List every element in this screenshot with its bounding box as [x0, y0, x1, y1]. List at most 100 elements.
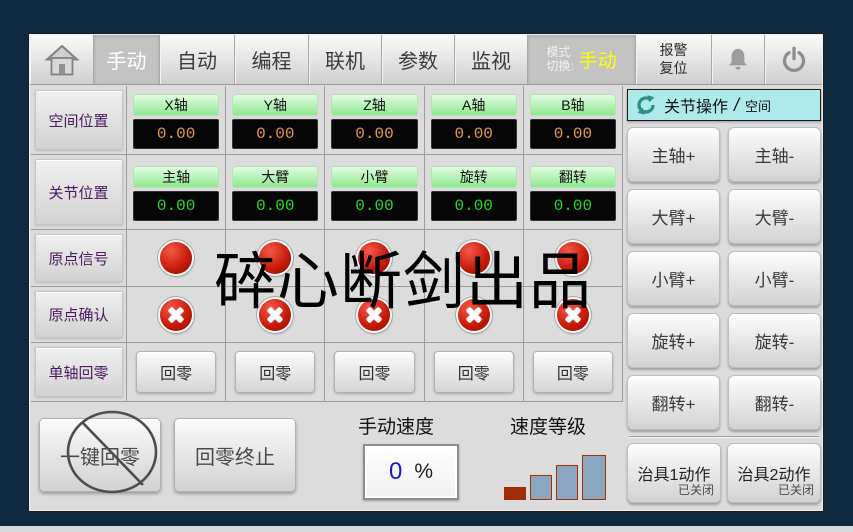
home-cell-b: 回零: [524, 343, 623, 402]
position-table: 空间位置 X轴 0.00 Y轴 0.00 Z轴 0.00 A轴 0.00 B轴 …: [31, 86, 623, 402]
joint-cell-small-arm: 小臂 0.00: [325, 155, 424, 230]
axis-header: A轴: [431, 94, 517, 116]
joint-space-toggle[interactable]: 关节操作 / 空间: [627, 89, 821, 121]
jog-small-arm-minus[interactable]: 小臂-: [728, 251, 821, 306]
axis-cell-y: Y轴 0.00: [226, 86, 325, 155]
origin-signal-led-icon: [160, 242, 192, 274]
axis-value: 0.00: [232, 119, 318, 149]
origin-confirm-label-cell: 原点确认: [31, 287, 127, 343]
origin-signal-cell: [226, 230, 325, 287]
jog-big-arm-minus[interactable]: 大臂-: [728, 189, 821, 244]
jog-big-arm-plus[interactable]: 大臂+: [627, 189, 720, 244]
axis-value: 0.00: [431, 191, 517, 221]
fixture-2-status: 已关闭: [778, 481, 814, 498]
speed-level-bar-2[interactable]: [530, 475, 552, 500]
tab-monitor[interactable]: 监视: [455, 35, 528, 84]
space-position-label-cell: 空间位置: [31, 86, 127, 155]
speed-level-bar-1[interactable]: [504, 487, 526, 500]
origin-confirm-cell: [127, 287, 226, 343]
axis-home-button[interactable]: 回零: [533, 351, 613, 393]
tab-program[interactable]: 编程: [235, 35, 309, 84]
toggle-slash: /: [734, 95, 739, 116]
axis-header: X轴: [133, 94, 219, 116]
home-button[interactable]: [30, 35, 94, 84]
bell-icon: [724, 46, 752, 74]
origin-signal-cell: [524, 230, 623, 287]
single-home-label-cell: 单轴回零: [31, 343, 127, 402]
axis-value: 0.00: [232, 191, 318, 221]
origin-signal-led-icon: [458, 242, 490, 274]
axis-home-button[interactable]: 回零: [136, 351, 216, 393]
jog-spindle-minus[interactable]: 主轴-: [728, 127, 821, 182]
jog-flip-minus[interactable]: 翻转-: [728, 375, 821, 430]
alarm-bell-button[interactable]: [712, 35, 765, 84]
jog-button-grid: 主轴+ 主轴- 大臂+ 大臂- 小臂+ 小臂- 旋转+ 旋转- 翻转+ 翻转-: [627, 127, 821, 430]
speed-unit: %: [414, 460, 433, 484]
jog-spindle-plus[interactable]: 主轴+: [627, 127, 720, 182]
axis-header: 小臂: [331, 166, 417, 188]
manual-speed-display: 0 %: [363, 444, 459, 500]
origin-confirm-cell: [325, 287, 424, 343]
axis-header: 翻转: [530, 166, 616, 188]
axis-home-button[interactable]: 回零: [434, 351, 514, 393]
home-abort-button[interactable]: 回零终止: [174, 418, 296, 492]
origin-signal-label: 原点信号: [35, 234, 123, 282]
origin-not-confirmed-icon: [557, 299, 589, 331]
origin-signal-led-icon: [259, 242, 291, 274]
axis-cell-a: A轴 0.00: [425, 86, 524, 155]
axis-home-button[interactable]: 回零: [334, 351, 414, 393]
origin-signal-label-cell: 原点信号: [31, 230, 127, 287]
axis-cell-x: X轴 0.00: [127, 86, 226, 155]
manual-speed-label: 手动速度: [331, 412, 461, 439]
axis-value: 0.00: [133, 119, 219, 149]
home-cell-x: 回零: [127, 343, 226, 402]
axis-header: 大臂: [232, 166, 318, 188]
power-button[interactable]: [765, 35, 822, 84]
fixture-1-status: 已关闭: [678, 481, 714, 498]
rotate-icon: [634, 93, 658, 117]
origin-not-confirmed-icon: [259, 299, 291, 331]
home-icon: [44, 43, 80, 76]
mode-switch-button[interactable]: 模式 切换: 手动: [528, 35, 636, 84]
axis-value: 0.00: [431, 119, 517, 149]
alarm-reset-button[interactable]: 报警 复位: [636, 35, 712, 84]
axis-value: 0.00: [331, 119, 417, 149]
tab-manual[interactable]: 手动: [94, 35, 160, 84]
fixture-1-button[interactable]: 治具1动作 已关闭: [627, 443, 721, 503]
axis-value: 0.00: [331, 191, 417, 221]
origin-confirm-cell: [425, 287, 524, 343]
axis-header: Z轴: [331, 94, 417, 116]
origin-confirm-cell: [524, 287, 623, 343]
fixture-button-grid: 治具1动作 已关闭 治具2动作 已关闭: [627, 443, 821, 503]
speed-level-bars[interactable]: [504, 450, 614, 500]
tab-params[interactable]: 参数: [382, 35, 455, 84]
home-cell-z: 回零: [325, 343, 424, 402]
axis-cell-b: B轴 0.00: [524, 86, 623, 155]
jog-flip-plus[interactable]: 翻转+: [627, 375, 720, 430]
axis-value: 0.00: [133, 191, 219, 221]
fixture-2-button[interactable]: 治具2动作 已关闭: [727, 443, 821, 503]
bottom-bar: 一键回零 回零终止 手动速度 0 % 速度等级: [31, 402, 623, 510]
one-key-home-button[interactable]: 一键回零: [39, 418, 161, 492]
hmi-panel: 手动 自动 编程 联机 参数 监视 模式 切换: 手动 报警 复位: [28, 33, 824, 512]
jog-rotate-minus[interactable]: 旋转-: [728, 313, 821, 368]
toggle-main-label: 关节操作: [664, 93, 728, 117]
tab-online[interactable]: 联机: [309, 35, 382, 84]
speed-level-bar-3[interactable]: [556, 465, 578, 500]
joint-cell-spindle: 主轴 0.00: [127, 155, 226, 230]
speed-value: 0: [389, 458, 402, 486]
axis-header: B轴: [530, 94, 616, 116]
home-cell-y: 回零: [226, 343, 325, 402]
origin-confirm-label: 原点确认: [35, 291, 123, 338]
joint-cell-rotate: 旋转 0.00: [425, 155, 524, 230]
jog-small-arm-plus[interactable]: 小臂+: [627, 251, 720, 306]
tab-auto[interactable]: 自动: [160, 35, 235, 84]
axis-header: 主轴: [133, 166, 219, 188]
axis-header: Y轴: [232, 94, 318, 116]
axis-home-button[interactable]: 回零: [235, 351, 315, 393]
speed-level-bar-4[interactable]: [582, 455, 606, 500]
toolbar: 手动 自动 编程 联机 参数 监视 模式 切换: 手动 报警 复位: [30, 35, 822, 85]
right-panel-divider: [629, 436, 819, 438]
toggle-secondary-label: 空间: [745, 96, 771, 115]
jog-rotate-plus[interactable]: 旋转+: [627, 313, 720, 368]
